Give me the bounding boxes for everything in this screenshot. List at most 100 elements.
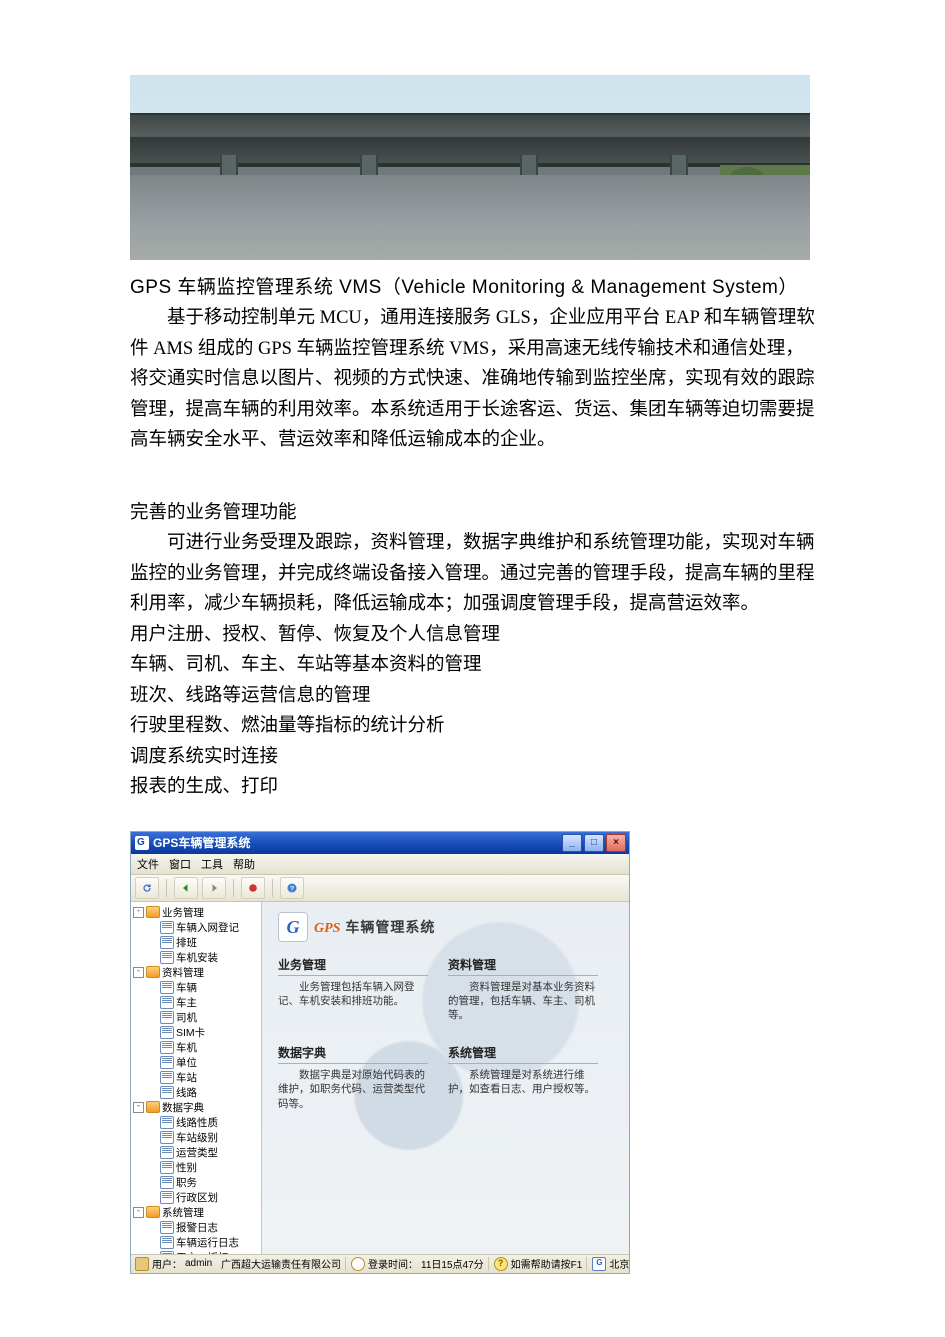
card-title: 系统管理 xyxy=(448,1044,598,1064)
tree-item[interactable]: 车辆入网登记 xyxy=(133,920,261,935)
nav-tree[interactable]: -业务管理车辆入网登记排班车机安装-资料管理车辆车主司机SIM卡车机单位车站线路… xyxy=(131,902,262,1254)
article-title: GPS 车辆监控管理系统 VMS（Vehicle Monitoring & Ma… xyxy=(130,272,815,299)
tree-item-label: 性别 xyxy=(176,1160,197,1175)
tree-item[interactable]: 车机 xyxy=(133,1040,261,1055)
tree-item[interactable]: 运营类型 xyxy=(133,1145,261,1160)
tree-item-label: 车辆运行日志 xyxy=(176,1235,239,1250)
tree-item-label: 车辆入网登记 xyxy=(176,920,239,935)
help-icon: ? xyxy=(286,882,298,894)
folder-icon xyxy=(146,966,160,978)
tree-item-label: 排班 xyxy=(176,935,197,950)
tree-group[interactable]: -资料管理 xyxy=(133,965,261,980)
status-vendor: 北京国通信息系统有限公司 xyxy=(609,1256,629,1271)
dashboard-card[interactable]: 业务管理业务管理包括车辆入网登记、车机安装和排班功能。 xyxy=(278,956,428,1023)
document-icon xyxy=(160,1221,174,1234)
tree-item[interactable]: 车站 xyxy=(133,1070,261,1085)
tree-item[interactable]: 线路 xyxy=(133,1085,261,1100)
tree-item[interactable]: SIM卡 xyxy=(133,1025,261,1040)
menu-tools[interactable]: 工具 xyxy=(201,856,223,872)
card-description: 数据字典是对原始代码表的维护，如职务代码、运营类型代码等。 xyxy=(278,1068,428,1111)
tree-item[interactable]: 线路性质 xyxy=(133,1115,261,1130)
tree-item[interactable]: 车机安装 xyxy=(133,950,261,965)
window-titlebar[interactable]: GPS车辆管理系统 _ □ × xyxy=(131,832,629,854)
svg-text:?: ? xyxy=(290,885,294,892)
status-login-label: 登录时间： xyxy=(368,1256,418,1271)
document-icon xyxy=(160,981,174,994)
back-icon xyxy=(180,882,192,894)
feature-line: 行驶里程数、燃油量等指标的统计分析 xyxy=(130,711,815,742)
document-icon xyxy=(160,1176,174,1189)
app-logo-icon: G xyxy=(278,912,308,942)
refresh-icon xyxy=(141,882,153,894)
document-icon xyxy=(160,1146,174,1159)
content-pane: G GPS 车辆管理系统 业务管理业务管理包括车辆入网登记、车机安装和排班功能。… xyxy=(262,902,629,1254)
status-help-hint: 如需帮助请按F1 xyxy=(511,1256,583,1271)
toolbar-back-button[interactable] xyxy=(174,877,198,899)
tree-group[interactable]: -业务管理 xyxy=(133,905,261,920)
folder-icon xyxy=(146,1206,160,1218)
tree-item[interactable]: 车站级别 xyxy=(133,1130,261,1145)
document-icon xyxy=(160,1116,174,1129)
dashboard-card[interactable]: 资料管理资料管理是对基本业务资料的管理，包括车辆、车主、司机等。 xyxy=(448,956,598,1023)
tree-item[interactable]: 用户、授权 xyxy=(133,1250,261,1254)
tree-item[interactable]: 车主 xyxy=(133,995,261,1010)
folder-icon xyxy=(146,906,160,918)
tree-item[interactable]: 车辆 xyxy=(133,980,261,995)
close-button[interactable]: × xyxy=(606,834,626,852)
status-company: 广西超大运输责任有限公司 xyxy=(221,1256,341,1271)
status-user-label: 用户： xyxy=(152,1256,182,1271)
toolbar-stop-button[interactable] xyxy=(241,877,265,899)
toolbar-forward-button[interactable] xyxy=(202,877,226,899)
document-icon xyxy=(160,996,174,1009)
document-icon xyxy=(160,1056,174,1069)
document-icon xyxy=(160,1236,174,1249)
tree-item-label: 车机安装 xyxy=(176,950,218,965)
expand-toggle-icon[interactable]: - xyxy=(133,1207,144,1218)
tree-item[interactable]: 行政区划 xyxy=(133,1190,261,1205)
feature-line: 车辆、司机、车主、车站等基本资料的管理 xyxy=(130,650,815,681)
expand-toggle-icon[interactable]: - xyxy=(133,907,144,918)
forward-icon xyxy=(208,882,220,894)
expand-toggle-icon[interactable]: - xyxy=(133,1102,144,1113)
toolbar-help-button[interactable]: ? xyxy=(280,877,304,899)
tree-item[interactable]: 司机 xyxy=(133,1010,261,1025)
dashboard-card[interactable]: 数据字典数据字典是对原始代码表的维护，如职务代码、运营类型代码等。 xyxy=(278,1044,428,1111)
tree-item-label: 线路性质 xyxy=(176,1115,218,1130)
status-login-value: 11日15点47分 xyxy=(421,1256,484,1271)
tree-group[interactable]: -系统管理 xyxy=(133,1205,261,1220)
maximize-button[interactable]: □ xyxy=(584,834,604,852)
tree-item-label: 职务 xyxy=(176,1175,197,1190)
card-title: 业务管理 xyxy=(278,956,428,976)
minimize-button[interactable]: _ xyxy=(562,834,582,852)
tree-item-label: 车机 xyxy=(176,1040,197,1055)
tree-item[interactable]: 单位 xyxy=(133,1055,261,1070)
toolbar-refresh-button[interactable] xyxy=(135,877,159,899)
tree-item[interactable]: 职务 xyxy=(133,1175,261,1190)
tree-item[interactable]: 排班 xyxy=(133,935,261,950)
card-description: 系统管理是对系统进行维护，如查看日志、用户授权等。 xyxy=(448,1068,598,1096)
menu-window[interactable]: 窗口 xyxy=(169,856,191,872)
card-title: 资料管理 xyxy=(448,956,598,976)
card-description: 资料管理是对基本业务资料的管理，包括车辆、车主、司机等。 xyxy=(448,980,598,1023)
banner-image xyxy=(130,75,810,260)
app-icon xyxy=(135,836,149,850)
menu-help[interactable]: 帮助 xyxy=(233,856,255,872)
tree-item[interactable]: 报警日志 xyxy=(133,1220,261,1235)
dashboard-card[interactable]: 系统管理系统管理是对系统进行维护，如查看日志、用户授权等。 xyxy=(448,1044,598,1111)
menu-file[interactable]: 文件 xyxy=(137,856,159,872)
tree-item-label: 用户、授权 xyxy=(176,1250,229,1254)
tree-group[interactable]: -数据字典 xyxy=(133,1100,261,1115)
document-icon xyxy=(160,1086,174,1099)
tree-item-label: SIM卡 xyxy=(176,1025,205,1040)
document-icon xyxy=(160,1161,174,1174)
window-title: GPS车辆管理系统 xyxy=(153,834,250,851)
expand-toggle-icon[interactable]: - xyxy=(133,967,144,978)
tree-item[interactable]: 车辆运行日志 xyxy=(133,1235,261,1250)
vendor-icon: G xyxy=(592,1257,606,1271)
card-description: 业务管理包括车辆入网登记、车机安装和排班功能。 xyxy=(278,980,428,1008)
tree-item-label: 车辆 xyxy=(176,980,197,995)
tree-item-label: 司机 xyxy=(176,1010,197,1025)
feature-line: 报表的生成、打印 xyxy=(130,772,815,803)
app-header-title: GPS 车辆管理系统 xyxy=(314,917,435,937)
tree-item[interactable]: 性别 xyxy=(133,1160,261,1175)
